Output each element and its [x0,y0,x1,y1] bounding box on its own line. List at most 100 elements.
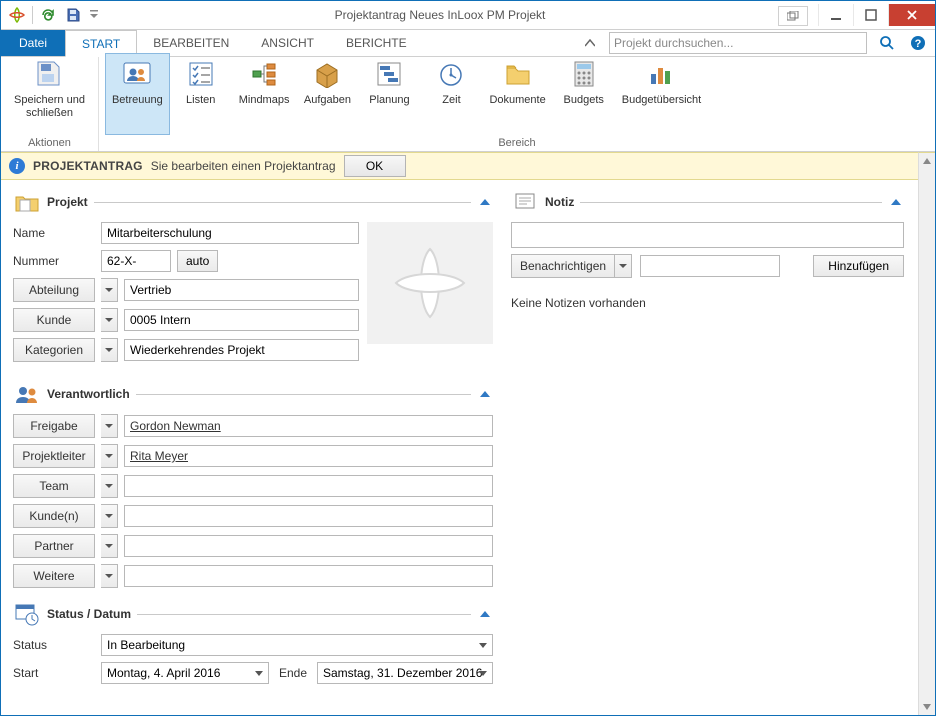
start-date-input[interactable] [101,662,269,684]
freigabe-input[interactable]: Gordon Newman [124,415,493,437]
scroll-up-icon[interactable] [919,153,935,169]
maximize-button[interactable] [853,4,888,26]
benachrichtigen-button[interactable]: Benachrichtigen [511,254,615,278]
people-icon [121,58,153,90]
projektleiter-dropdown-icon[interactable] [101,444,118,468]
notice-message: Sie bearbeiten einen Projektantrag [151,159,336,173]
auto-button[interactable]: auto [177,250,218,272]
list-icon [185,58,217,90]
weitere-button[interactable]: Weitere [13,564,95,588]
search-placeholder: Projekt durchsuchen... [614,36,733,50]
projektleiter-button[interactable]: Projektleiter [13,444,95,468]
budgets-button[interactable]: Budgets [553,53,615,135]
kunden-dropdown-icon[interactable] [101,504,118,528]
save-icon[interactable] [61,3,85,27]
project-image-placeholder[interactable] [367,222,493,344]
partner-button[interactable]: Partner [13,534,95,558]
team-button[interactable]: Team [13,474,95,498]
empty-notes-text: Keine Notizen vorhanden [511,296,904,310]
section-collapse-icon[interactable] [477,386,493,402]
projektleiter-input[interactable]: Rita Meyer [124,445,493,467]
app-window: Projektantrag Neues InLoox PM Projekt Da… [0,0,936,716]
save-and-close-button[interactable]: Speichern und schließen [7,53,92,135]
svg-text:?: ? [915,38,922,50]
dropdown-icon[interactable] [251,665,267,681]
kategorien-input[interactable] [124,339,359,361]
benachrichtigen-dropdown-icon[interactable] [615,254,632,278]
listen-button[interactable]: Listen [170,53,232,135]
status-select[interactable] [101,634,493,656]
close-button[interactable] [888,4,935,26]
nummer-label: Nummer [13,254,95,268]
aufgaben-button[interactable]: Aufgaben [296,53,358,135]
popout-button[interactable] [778,6,808,26]
scroll-down-icon[interactable] [919,699,935,715]
search-icon[interactable] [875,32,899,54]
abteilung-dropdown-icon[interactable] [101,278,118,302]
ende-label: Ende [275,666,311,680]
planung-button[interactable]: Planung [358,53,420,135]
team-dropdown-icon[interactable] [101,474,118,498]
kunden-input[interactable] [124,505,493,527]
kategorien-button[interactable]: Kategorien [13,338,95,362]
team-input[interactable] [124,475,493,497]
hinzufuegen-button[interactable]: Hinzufügen [813,255,904,277]
box-icon [311,58,343,90]
abteilung-input[interactable] [124,279,359,301]
benachrichtigen-input[interactable] [640,255,780,277]
freigabe-dropdown-icon[interactable] [101,414,118,438]
dokumente-button[interactable]: Dokumente [482,53,552,135]
search-input[interactable]: Projekt durchsuchen... [609,32,867,54]
qat-customize-icon[interactable] [86,3,102,27]
kunden-button[interactable]: Kunde(n) [13,504,95,528]
notiz-text-input[interactable] [511,222,904,248]
refresh-icon[interactable] [36,3,60,27]
section-title: Verantwortlich [47,387,130,401]
budgetuebersicht-button[interactable]: Budgetübersicht [615,53,709,135]
kunde-input[interactable] [124,309,359,331]
section-projekt: Projekt Name Nummer [13,190,493,368]
dropdown-icon[interactable] [475,637,491,653]
start-label: Start [13,666,95,680]
ribbon-collapse-icon[interactable] [579,39,601,47]
vertical-scrollbar[interactable] [918,152,935,180]
notice-bar: i PROJEKTANTRAG Sie bearbeiten einen Pro… [1,152,918,180]
partner-input[interactable] [124,535,493,557]
section-collapse-icon[interactable] [888,194,904,210]
dropdown-icon[interactable] [475,665,491,681]
partner-dropdown-icon[interactable] [101,534,118,558]
name-input[interactable] [101,222,359,244]
kunde-dropdown-icon[interactable] [101,308,118,332]
kunde-button[interactable]: Kunde [13,308,95,332]
project-icon [13,190,41,214]
folder-icon [502,58,534,90]
weitere-input[interactable] [124,565,493,587]
mindmaps-button[interactable]: Mindmaps [232,53,297,135]
help-icon[interactable]: ? [907,32,929,54]
weitere-dropdown-icon[interactable] [101,564,118,588]
section-collapse-icon[interactable] [477,194,493,210]
mindmap-icon [248,58,280,90]
ende-date-input[interactable] [317,662,493,684]
notice-title: PROJEKTANTRAG [33,159,143,173]
notice-ok-button[interactable]: OK [344,155,406,177]
betreuung-button[interactable]: Betreuung [105,53,170,135]
kategorien-dropdown-icon[interactable] [101,338,118,362]
minimize-button[interactable] [818,4,853,26]
section-collapse-icon[interactable] [477,606,493,622]
scroll-content: Projekt Name Nummer [1,180,918,715]
ribbon: Speichern und schließen Aktionen Betreuu… [1,57,935,152]
vertical-scrollbar[interactable] [918,180,935,715]
name-label: Name [13,226,95,240]
zeit-button[interactable]: Zeit [420,53,482,135]
window-title: Projektantrag Neues InLoox PM Projekt [102,8,778,22]
quick-access-toolbar [1,3,102,27]
calendar-clock-icon [13,602,41,626]
freigabe-button[interactable]: Freigabe [13,414,95,438]
section-status-datum: Status / Datum Status Start [13,602,493,684]
info-icon: i [9,158,25,174]
app-logo-icon[interactable] [5,3,29,27]
nummer-input[interactable] [101,250,171,272]
abteilung-button[interactable]: Abteilung [13,278,95,302]
section-title: Projekt [47,195,88,209]
